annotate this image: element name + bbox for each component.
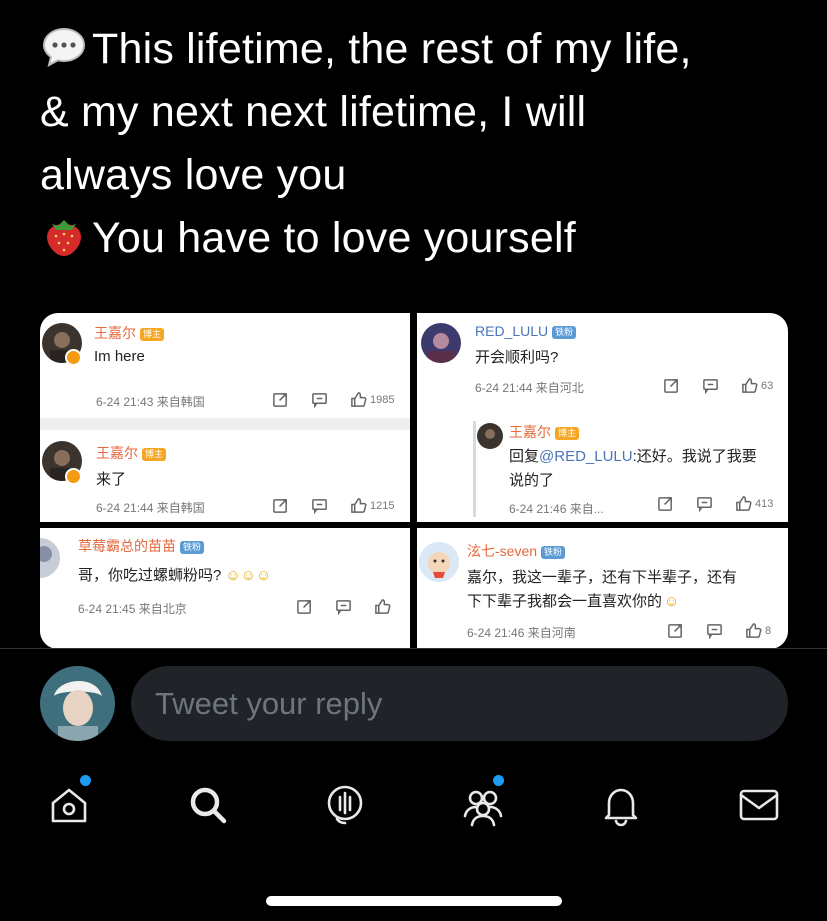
share-icon [657,495,674,512]
comment-actions: 1985 [272,391,394,408]
comment-username: 王嘉尔 博主 [509,422,580,442]
avatar [421,323,461,363]
share-icon [663,377,680,394]
share-icon [667,622,684,639]
comment-text: Im here [94,348,145,365]
thinking-emoji-icon: ☺☺☺ [225,567,272,584]
comment-text: 回复@RED_LULU:还好。我说了我要 [509,448,757,465]
comment-text-cont: 说的了 [509,472,555,489]
tweet-line-4: You have to love yourself [40,207,810,270]
comment-icon [311,497,328,514]
like-count: 1985 [370,393,395,406]
media-image-2[interactable]: RED_LULU 铁粉 开会顺利吗? 6-24 21:44 来自河北 63 王嘉尔… [417,313,788,522]
fan-tag: 博主 [140,328,165,341]
like-icon [374,598,391,615]
comment-actions [296,598,391,615]
media-image-1[interactable]: 王嘉尔 博主 Im here 6-24 21:43 来自韩国 1985 王嘉尔 博主… [40,313,410,522]
fan-tag: 博主 [555,427,580,440]
communities-icon[interactable] [461,783,505,827]
comment-icon [706,622,723,639]
fan-tag: 铁粉 [552,326,577,339]
share-icon [296,598,313,615]
like-count: 1215 [370,499,395,512]
laughing-emoji-icon: ☺ [664,593,680,610]
media-image-3[interactable]: 草莓霸总的苗苗 铁粉 哥，你吃过螺蛳粉吗? ☺☺☺ 6-24 21:45 来自北京 [40,528,410,649]
verified-badge [65,349,82,366]
comment-icon [696,495,713,512]
comment-separator [40,418,410,430]
like-count: 413 [755,497,774,510]
tweet-line-3: always love you [40,151,347,199]
tweet-reply-input[interactable]: Tweet your reply [131,666,788,741]
tweet-line-2: & my next next lifetime, I will [40,88,587,136]
mention-link: @RED_LULU [539,448,633,465]
verified-badge [65,468,82,485]
like-icon: 1215 [350,497,394,514]
comment-text: 开会顺利吗? [475,349,559,366]
comment-text-cont: 下下辈子我都会一直喜欢你的 ☺ [467,593,680,610]
spaces-icon[interactable] [323,783,367,827]
comment-icon [702,377,719,394]
comment-actions: 63 [663,377,773,394]
like-count: 63 [761,379,774,392]
comment-username: 王嘉尔 博主 [96,443,167,463]
fan-tag: 铁粉 [541,546,566,559]
speech-balloon-icon [42,27,86,67]
strawberry-icon [47,220,81,256]
comment-actions: 1215 [272,497,394,514]
home-indicator[interactable] [266,896,562,906]
communities-notification-dot [493,775,504,786]
comment-meta: 6-24 21:46 来自河南 [467,626,576,640]
tweet-line-4-text: You have to love yourself [92,214,576,262]
tweet-line-1: This lifetime, the rest of my life, [40,18,810,81]
reply-bar-divider [0,648,827,649]
fan-tag: 博主 [142,448,167,461]
comment-text: 来了 [96,471,127,488]
user-avatar[interactable] [40,666,115,741]
home-notification-dot [80,775,91,786]
home-icon[interactable] [47,783,91,827]
reply-thread-line [473,421,476,517]
comment-text: 哥，你吃过螺蛳粉吗? ☺☺☺ [78,567,272,584]
notifications-icon[interactable] [599,783,643,827]
comment-meta: 6-24 21:44 来自河北 [475,381,584,395]
comment-meta: 6-24 21:44 来自韩国 [96,501,205,515]
avatar [40,538,60,578]
comment-text: 嘉尔，我这一辈子，还有下半辈子，还有 [467,569,738,586]
media-image-4[interactable]: 泫七-seven 铁粉 嘉尔，我这一辈子，还有下半辈子，还有 下下辈子我都会一直喜… [417,528,788,649]
comment-actions: 8 [667,622,771,639]
tweet-line-1-text: This lifetime, the rest of my life, [92,25,692,73]
avatar [477,423,503,449]
fan-tag: 铁粉 [180,541,205,554]
comment-username: 草莓霸总的苗苗 铁粉 [78,536,205,556]
comment-meta: 6-24 21:46 来自... [509,502,604,516]
messages-icon[interactable] [737,783,781,827]
like-icon: 63 [741,377,773,394]
like-count: 8 [765,624,772,637]
avatar [419,542,459,582]
comment-meta: 6-24 21:45 来自北京 [78,602,187,616]
like-icon: 1985 [350,391,394,408]
share-icon [272,497,289,514]
comment-username: 泫七-seven 铁粉 [467,541,566,561]
share-icon [272,391,289,408]
comment-meta: 6-24 21:43 来自韩国 [96,395,205,409]
comment-actions: 413 [657,495,773,512]
comment-icon [335,598,352,615]
tweet-text: This lifetime, the rest of my life, & my… [40,18,810,270]
comment-icon [311,391,328,408]
like-icon: 413 [735,495,773,512]
tweet-media-grid[interactable]: 王嘉尔 博主 Im here 6-24 21:43 来自韩国 1985 王嘉尔 博主… [40,313,788,649]
comment-username: RED_LULU 铁粉 [475,323,577,339]
comment-username: 王嘉尔 博主 [94,323,165,343]
like-icon: 8 [745,622,771,639]
search-icon[interactable] [186,783,230,827]
